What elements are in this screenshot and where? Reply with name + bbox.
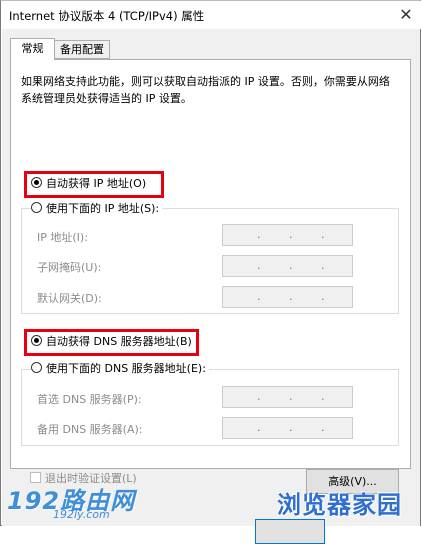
dns-auto-label: 自动获得 DNS 服务器地址(B) [46, 335, 192, 348]
radio-unchecked-icon [31, 202, 42, 213]
alternate-dns-label: 备用 DNS 服务器(A): [37, 423, 143, 436]
ip-address-label: IP 地址(I): [37, 231, 88, 244]
radio-checked-icon [31, 335, 42, 346]
dialog-client-area: 常规 备用配置 如果网络支持此功能，则可以获取自动指派的 IP 设置。否则，你需… [2, 29, 420, 544]
description-text: 如果网络支持此功能，则可以获取自动指派的 IP 设置。否则，你需要从网络系统管理… [21, 75, 390, 105]
general-panel: 如果网络支持此功能，则可以获取自动指派的 IP 设置。否则，你需要从网络系统管理… [10, 59, 411, 469]
alternate-dns-field[interactable]: ... [222, 417, 353, 439]
subnet-mask-label: 子网掩码(U): [37, 261, 102, 274]
ip-auto-label: 自动获得 IP 地址(O) [46, 177, 147, 190]
tab-general[interactable]: 常规 [10, 38, 55, 60]
watermark-192ly-url: 192ly.com [53, 508, 110, 521]
ip-address-field[interactable]: ... [222, 224, 353, 246]
ip-auto-radio[interactable]: 自动获得 IP 地址(O) [31, 175, 147, 193]
close-icon[interactable]: ✕ [393, 3, 419, 27]
preferred-dns-field[interactable]: ... [222, 386, 353, 408]
ip-manual-radio[interactable]: 使用下面的 IP 地址(S): [31, 200, 163, 218]
dns-auto-radio[interactable]: 自动获得 DNS 服务器地址(B) [31, 333, 192, 351]
radio-checked-icon [31, 177, 42, 188]
default-gateway-label: 默认网关(D): [37, 292, 102, 305]
window-title: Internet 协议版本 4 (TCP/IPv4) 属性 [9, 9, 205, 23]
preferred-dns-label: 首选 DNS 服务器(P): [37, 393, 142, 406]
tab-alternate-config[interactable]: 备用配置 [54, 40, 110, 59]
default-gateway-field[interactable]: ... [222, 286, 353, 308]
dns-manual-radio[interactable]: 使用下面的 DNS 服务器地址(E): [31, 360, 209, 378]
subnet-mask-field[interactable]: ... [222, 255, 353, 277]
dns-manual-label: 使用下面的 DNS 服务器地址(E): [46, 362, 206, 375]
watermark-browser-home: 浏览器家园 [277, 491, 402, 519]
dialog-window: Internet 协议版本 4 (TCP/IPv4) 属性 ✕ 常规 备用配置 … [0, 0, 421, 544]
title-bar[interactable]: Internet 协议版本 4 (TCP/IPv4) 属性 ✕ [1, 1, 421, 29]
radio-unchecked-icon [31, 362, 42, 373]
ip-manual-label: 使用下面的 IP 地址(S): [46, 202, 160, 215]
ok-button[interactable] [255, 519, 325, 544]
